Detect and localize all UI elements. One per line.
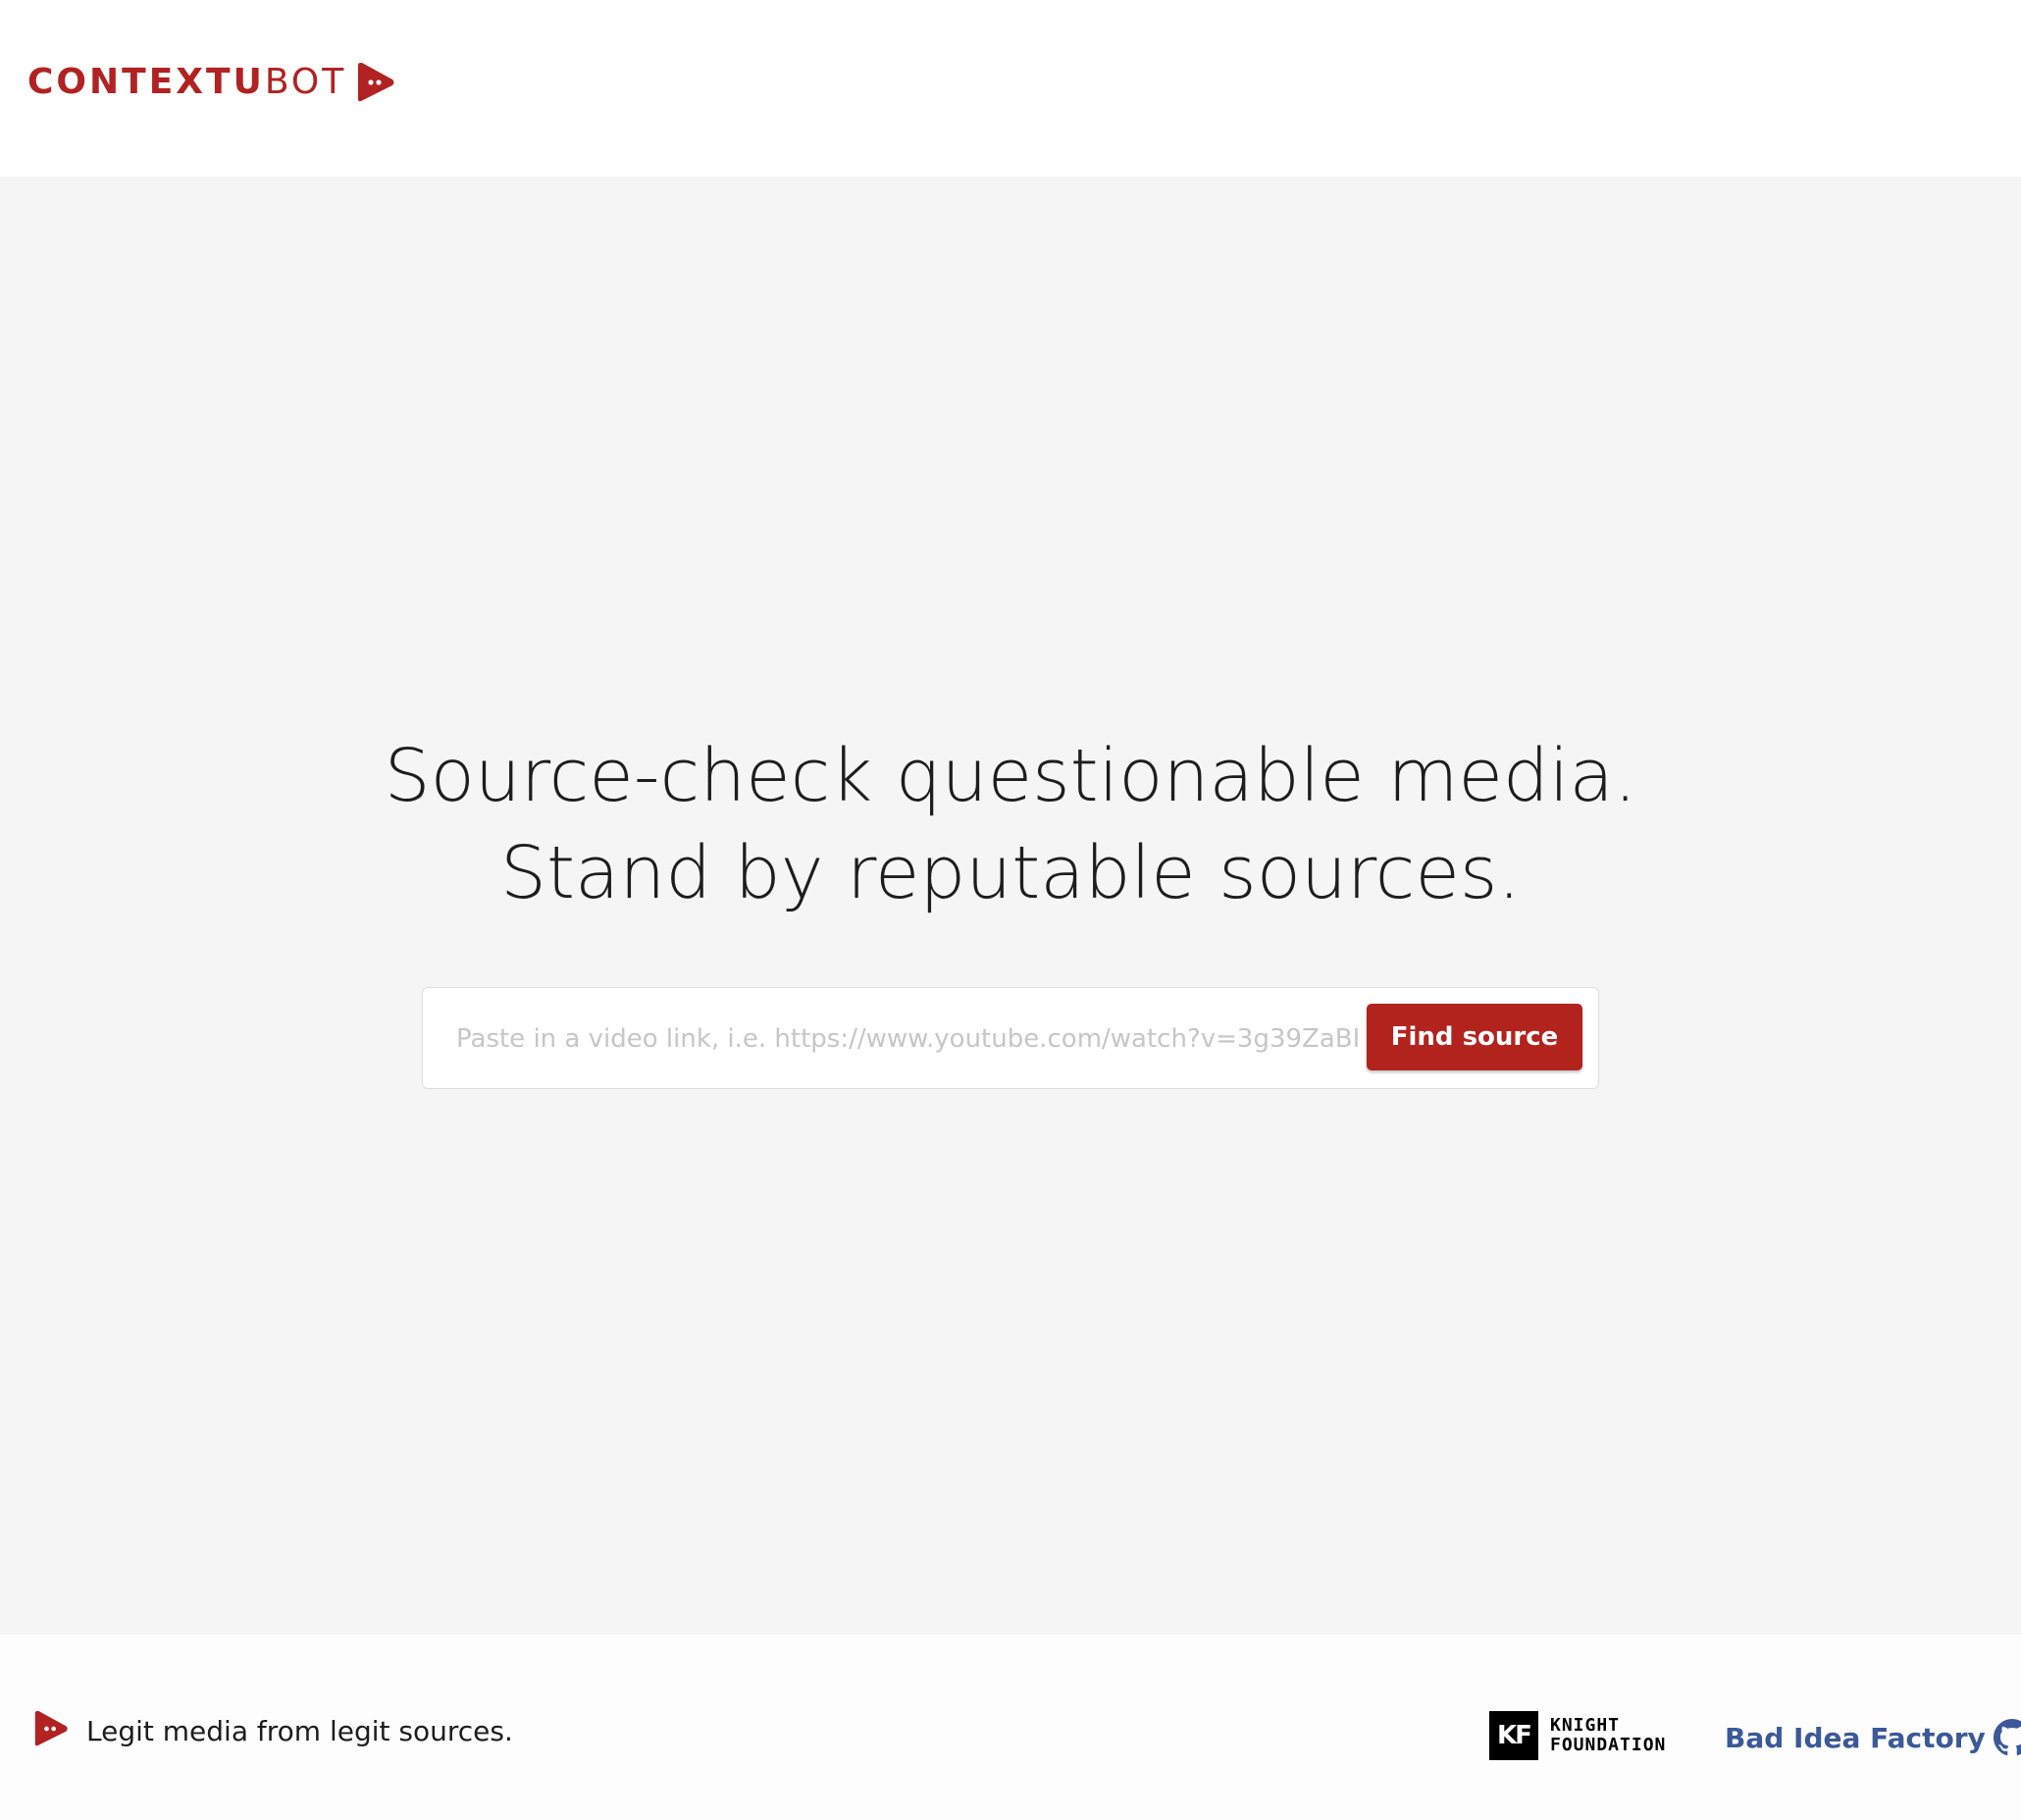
find-source-button[interactable]: Find source [1367,1004,1582,1070]
knight-foundation-wordmark: KNIGHT FOUNDATION [1550,1716,1666,1755]
hero-line-2: Stand by reputable sources. [500,831,1521,915]
site-header: CONTEXTU BOT [0,0,2021,177]
contextubot-play-mark-icon [358,63,394,102]
bad-idea-factory-label: Bad Idea Factory [1725,1721,1986,1754]
logo-text-bold: CONTEXTU [27,62,265,102]
contextubot-logo-link[interactable]: CONTEXTU BOT [27,57,395,108]
hero-headline: Source-check questionable media. Stand b… [0,728,2021,922]
main-content: Source-check questionable media. Stand b… [0,177,2021,1635]
github-icon [1993,1719,2021,1756]
bad-idea-factory-link[interactable]: Bad Idea Factory [1725,1719,2021,1756]
knight-line-1: KNIGHT [1550,1715,1621,1736]
site-footer: Legit media from legit sources. KF KNIGH… [0,1635,2021,1820]
footer-tagline: Legit media from legit sources. [86,1715,513,1747]
logo-text-light: BOT [264,62,347,102]
video-link-input[interactable] [456,1014,1359,1065]
knight-foundation-link[interactable]: KF KNIGHT FOUNDATION [1489,1711,1666,1760]
hero-line-1: Source-check questionable media. [384,734,1637,818]
logo-wordmark: CONTEXTU BOT [27,65,346,100]
contextubot-play-mark-icon [34,1711,68,1746]
search-form: Find source [422,987,1599,1089]
knight-foundation-logo-icon: KF [1489,1711,1538,1760]
knight-line-2: FOUNDATION [1550,1735,1667,1755]
